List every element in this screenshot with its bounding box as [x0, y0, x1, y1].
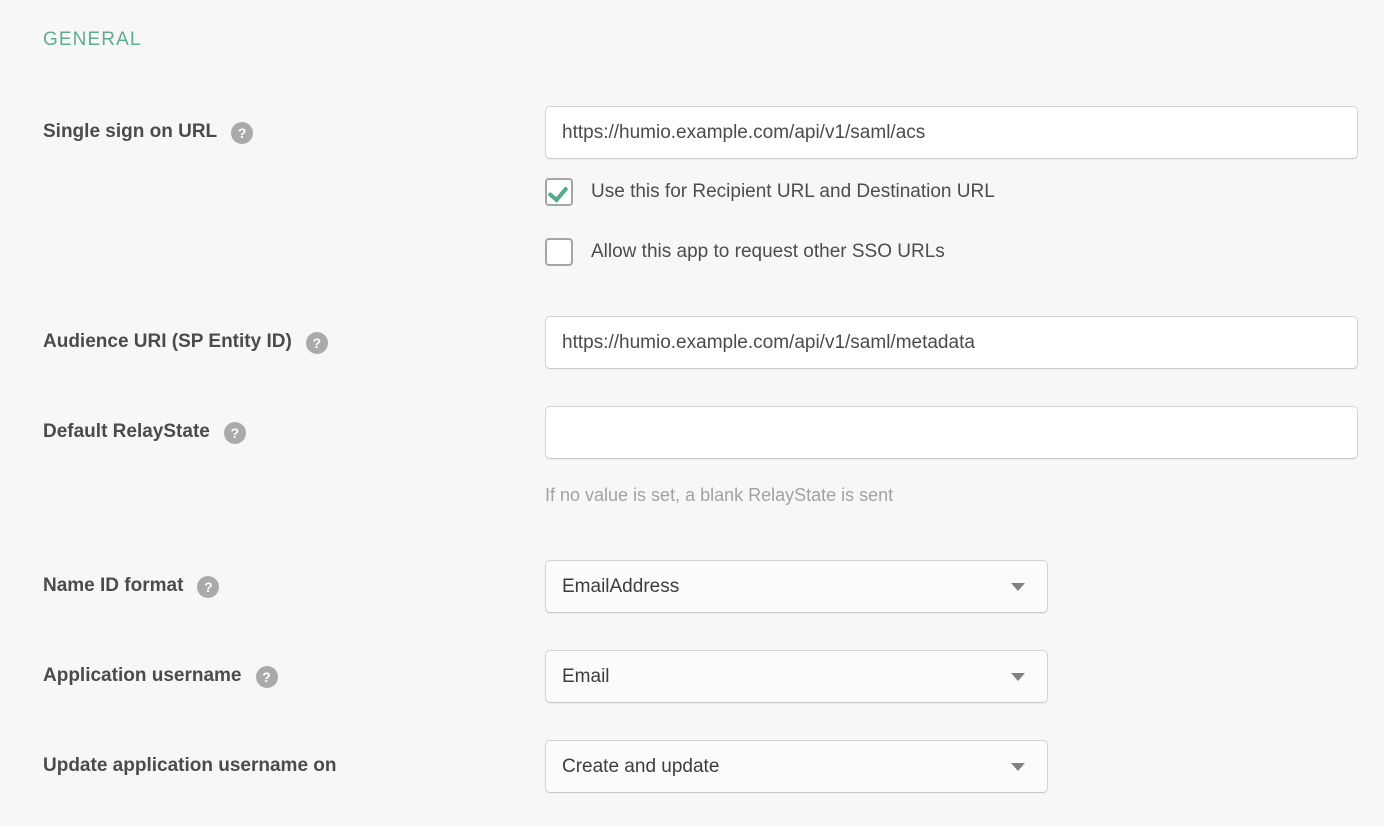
- update-application-username-on-select[interactable]: Create and update: [545, 740, 1048, 793]
- label-update-application-username-on: Update application username on: [43, 754, 337, 778]
- select-value: Create and update: [562, 756, 719, 778]
- help-icon-audience-uri[interactable]: ?: [306, 332, 328, 354]
- audience-uri-input[interactable]: [545, 316, 1358, 369]
- chevron-down-icon: [1011, 763, 1025, 771]
- label-application-username: Application username ?: [43, 664, 278, 688]
- application-username-select[interactable]: Email: [545, 650, 1048, 703]
- name-id-format-select[interactable]: EmailAddress: [545, 560, 1048, 613]
- saml-general-settings-panel: GENERAL Single sign on URL ? Use this fo…: [0, 0, 1384, 826]
- label-default-relay-state: Default RelayState ?: [43, 420, 246, 444]
- name-id-format-select-box[interactable]: EmailAddress: [545, 560, 1048, 613]
- label-text: Application username: [43, 664, 242, 688]
- label-text: Default RelayState: [43, 420, 210, 444]
- update-application-username-on-select-box[interactable]: Create and update: [545, 740, 1048, 793]
- checkbox-recipient-destination-url[interactable]: [545, 178, 573, 206]
- label-text: Update application username on: [43, 754, 337, 778]
- default-relay-state-hint: If no value is set, a blank RelayState i…: [545, 483, 893, 507]
- checkbox-row-recipient-destination-url[interactable]: Use this for Recipient URL and Destinati…: [545, 178, 995, 206]
- default-relay-state-input[interactable]: [545, 406, 1358, 459]
- help-icon-glyph: ?: [262, 670, 271, 684]
- label-audience-uri: Audience URI (SP Entity ID) ?: [43, 330, 328, 354]
- single-sign-on-url-input[interactable]: [545, 106, 1358, 159]
- checkbox-row-allow-other-sso-urls[interactable]: Allow this app to request other SSO URLs: [545, 238, 945, 266]
- help-icon-single-sign-on-url[interactable]: ?: [231, 122, 253, 144]
- label-single-sign-on-url: Single sign on URL ?: [43, 120, 253, 144]
- select-value: Email: [562, 666, 610, 688]
- label-text: Single sign on URL: [43, 120, 217, 144]
- help-icon-glyph: ?: [231, 426, 240, 440]
- label-text: Name ID format: [43, 574, 183, 598]
- label-name-id-format: Name ID format ?: [43, 574, 219, 598]
- label-text: Audience URI (SP Entity ID): [43, 330, 292, 354]
- help-icon-glyph: ?: [313, 336, 322, 350]
- checkbox-label: Allow this app to request other SSO URLs: [591, 240, 945, 264]
- checkbox-label: Use this for Recipient URL and Destinati…: [591, 180, 995, 204]
- chevron-down-icon: [1011, 673, 1025, 681]
- select-value: EmailAddress: [562, 576, 679, 598]
- help-icon-application-username[interactable]: ?: [256, 666, 278, 688]
- application-username-select-box[interactable]: Email: [545, 650, 1048, 703]
- help-icon-name-id-format[interactable]: ?: [197, 576, 219, 598]
- help-icon-default-relay-state[interactable]: ?: [224, 422, 246, 444]
- section-title-general: GENERAL: [43, 27, 142, 53]
- help-icon-glyph: ?: [238, 126, 247, 140]
- chevron-down-icon: [1011, 583, 1025, 591]
- checkbox-allow-other-sso-urls[interactable]: [545, 238, 573, 266]
- help-icon-glyph: ?: [204, 580, 213, 594]
